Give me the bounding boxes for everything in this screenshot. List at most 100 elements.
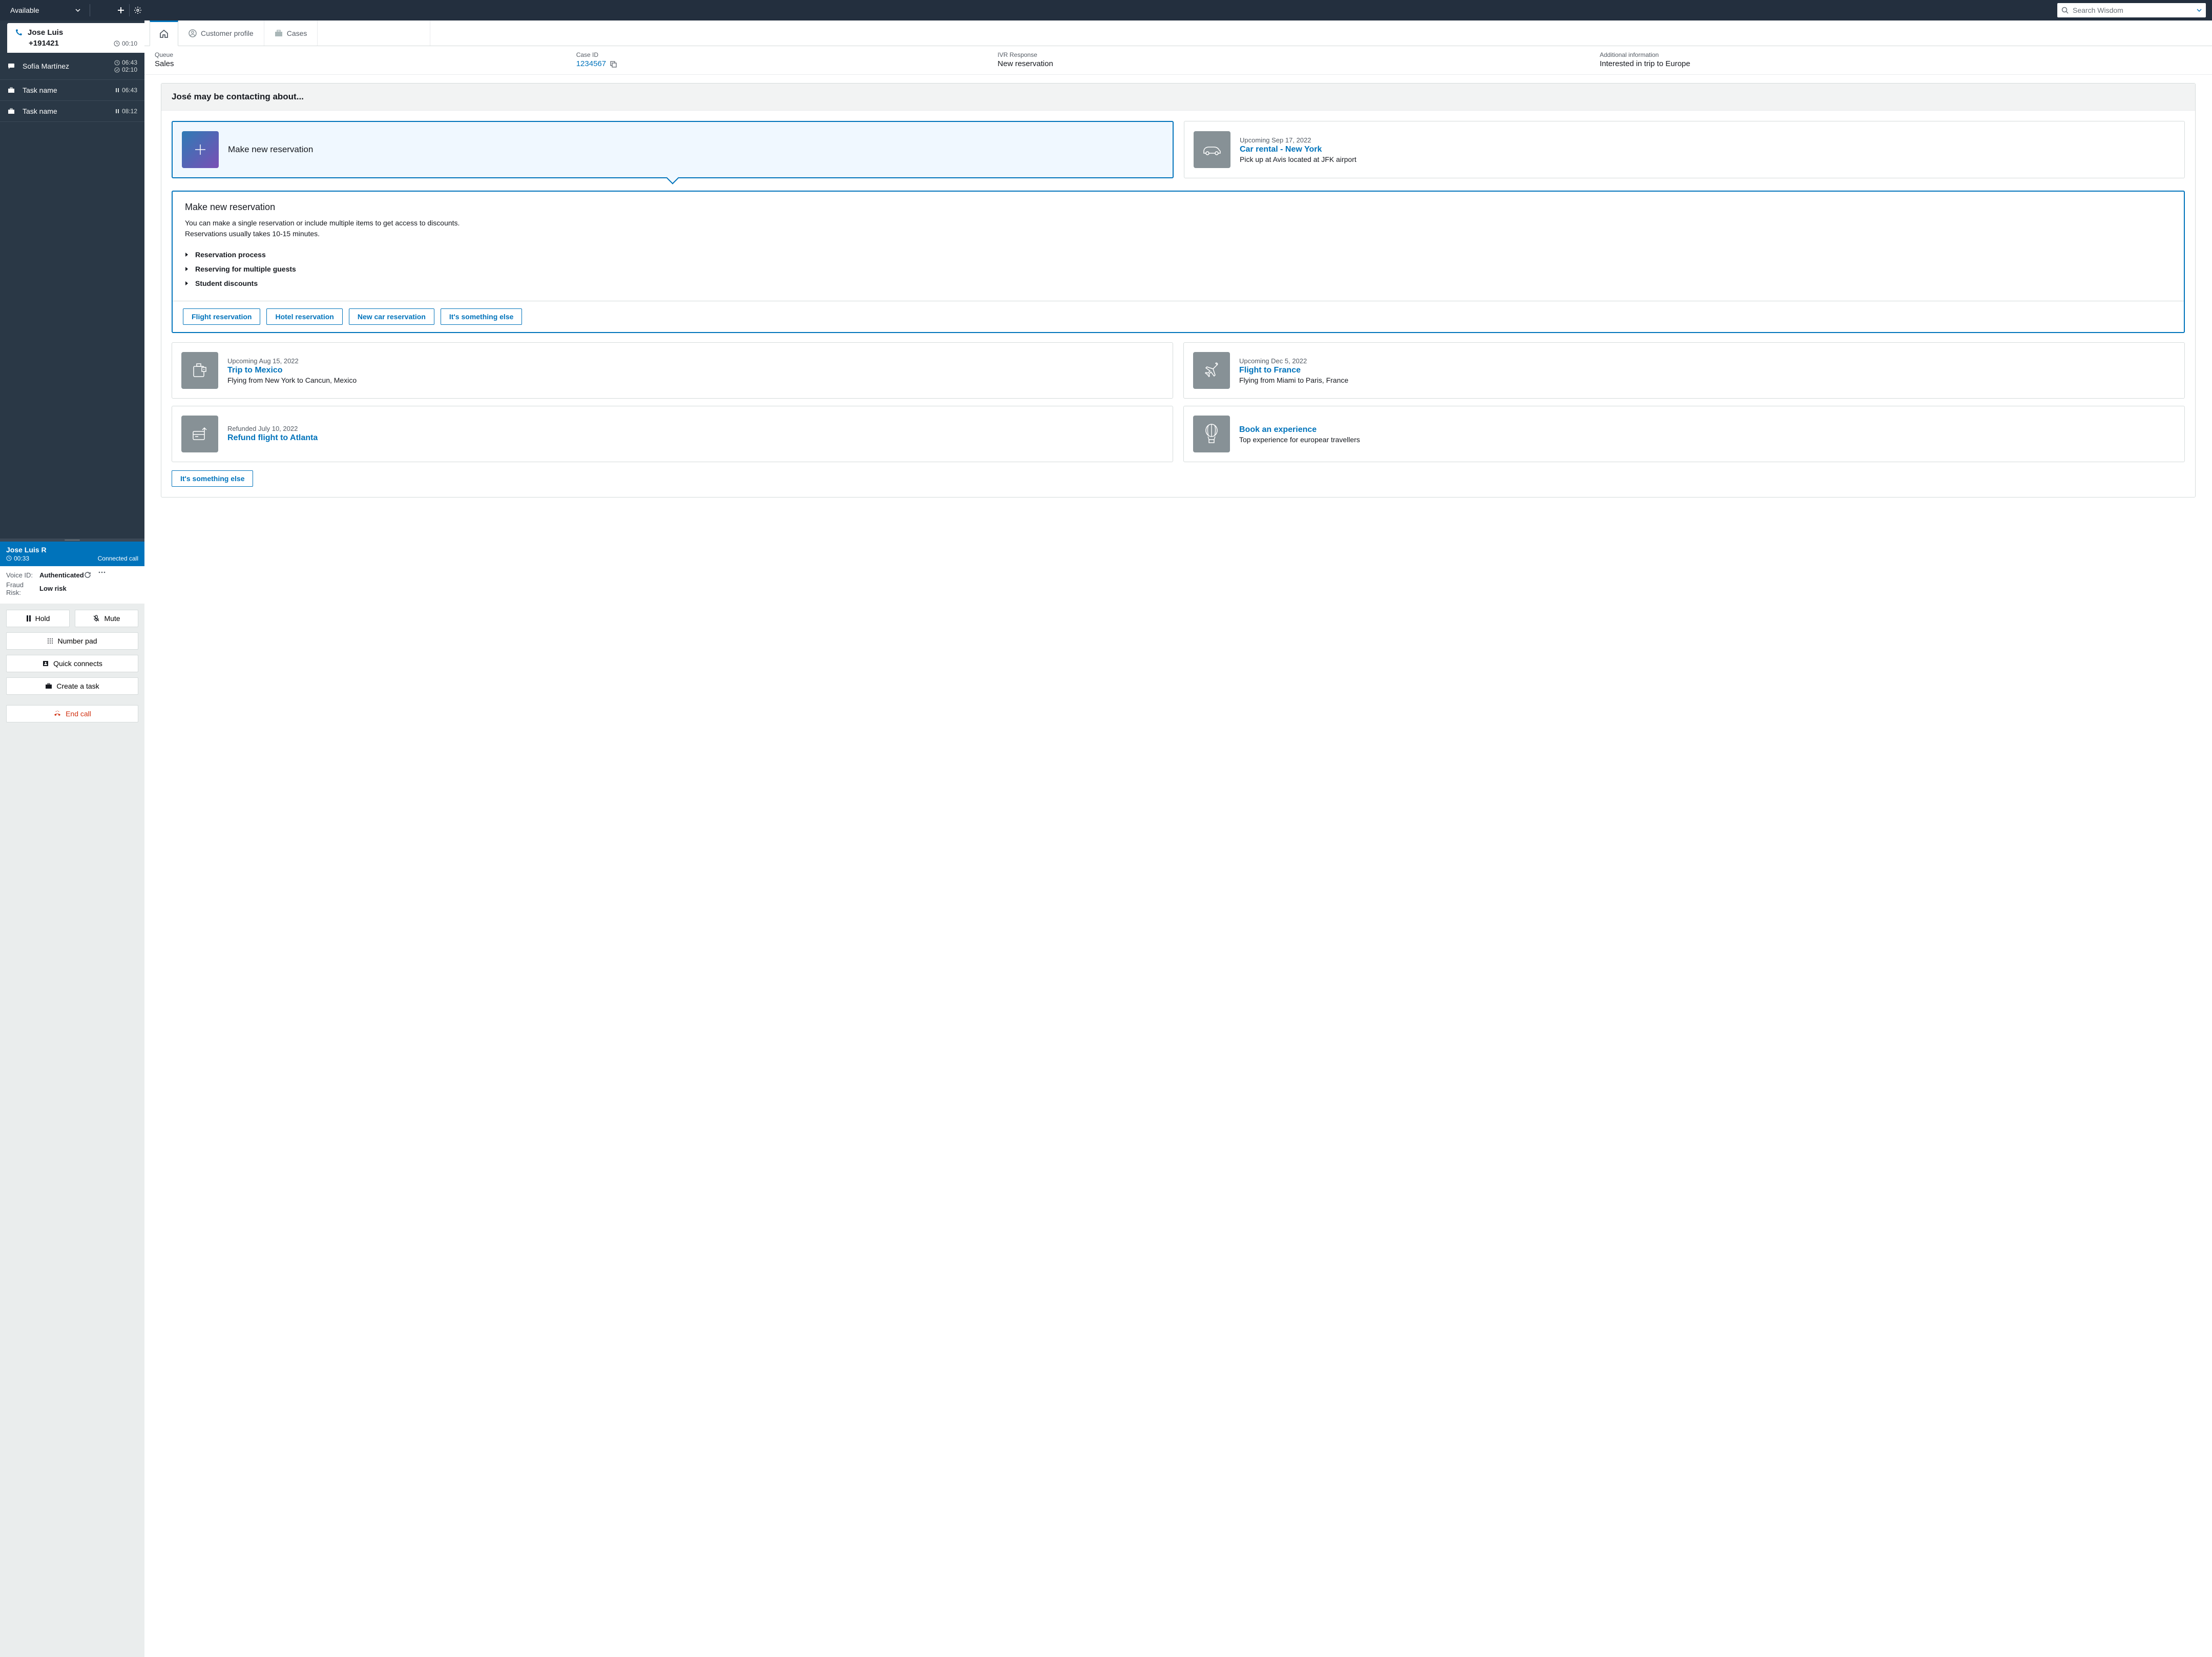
main-content: Customer profile Cases Queue Sales Case … bbox=[144, 20, 2212, 1657]
call-header: Jose Luis R 00:33 Connected call bbox=[0, 542, 144, 566]
home-icon bbox=[159, 30, 169, 38]
ivr-value: New reservation bbox=[997, 59, 1599, 68]
expand-item[interactable]: Reservation process bbox=[185, 247, 2172, 262]
end-call-button[interactable]: End call bbox=[6, 705, 138, 722]
queue-label: Queue bbox=[155, 51, 576, 58]
card-title: Flight to France bbox=[1239, 366, 1348, 375]
card-meta: Upcoming Aug 15, 2022 bbox=[227, 357, 357, 365]
card-title: Trip to Mexico bbox=[227, 366, 357, 375]
tabs: Customer profile Cases bbox=[144, 20, 2212, 46]
contact-list-item[interactable]: Sofía Martínez 06:43 02:10 bbox=[0, 53, 144, 80]
car-reservation-button[interactable]: New car reservation bbox=[349, 308, 434, 325]
contact-name: Task name bbox=[23, 86, 115, 94]
something-else-button[interactable]: It's something else bbox=[441, 308, 522, 325]
status-label: Available bbox=[10, 6, 39, 14]
expand-item[interactable]: Student discounts bbox=[185, 276, 2172, 291]
caret-right-icon bbox=[185, 281, 189, 286]
numpad-button[interactable]: Number pad bbox=[6, 632, 138, 650]
card-meta: Refunded July 10, 2022 bbox=[227, 425, 318, 432]
plus-icon bbox=[117, 6, 125, 14]
mute-icon bbox=[93, 615, 100, 622]
call-status: Connected call bbox=[98, 555, 138, 562]
time-1: 08:12 bbox=[122, 108, 137, 115]
contact-timer: 00:10 bbox=[122, 40, 137, 47]
detail-desc-1: You can make a single reservation or inc… bbox=[185, 218, 2172, 229]
car-icon bbox=[1194, 131, 1230, 168]
chevron-down-icon[interactable] bbox=[2197, 9, 2202, 12]
case-id-link[interactable]: 1234567 bbox=[576, 59, 606, 68]
clock-icon bbox=[6, 555, 12, 561]
settings-button[interactable] bbox=[133, 5, 143, 15]
auth-panel: Voice ID: Authenticated Fraud Risk: Low … bbox=[0, 566, 144, 604]
card-desc: Flying from New York to Cancun, Mexico bbox=[227, 376, 357, 384]
quick-connects-button[interactable]: Quick connects bbox=[6, 655, 138, 672]
divider bbox=[129, 4, 130, 16]
dialpad-icon bbox=[47, 638, 53, 644]
suggestion-france[interactable]: Upcoming Dec 5, 2022 Flight to France Fl… bbox=[1183, 342, 2185, 399]
fraud-label: Fraud Risk: bbox=[6, 581, 39, 596]
time-2: 02:10 bbox=[122, 66, 137, 73]
card-desc: Pick up at Avis located at JFK airport bbox=[1240, 155, 1357, 163]
search-input[interactable] bbox=[2073, 6, 2193, 14]
add-button[interactable] bbox=[116, 5, 126, 15]
fraud-value: Low risk bbox=[39, 585, 67, 592]
contact-name: Jose Luis bbox=[28, 28, 63, 37]
call-controls: Hold Mute Number pad Quick connects Crea… bbox=[0, 604, 144, 1657]
top-bar: Available bbox=[0, 0, 2212, 20]
suggestion-experience[interactable]: Book an experience Top experience for eu… bbox=[1183, 406, 2185, 462]
gear-icon bbox=[134, 6, 142, 14]
call-timer: 00:33 bbox=[14, 555, 29, 562]
left-panel: Jose Luis +191421 00:10 Sofía Martínez 0… bbox=[0, 20, 144, 1657]
suggestion-refund[interactable]: Refunded July 10, 2022 Refund flight to … bbox=[172, 406, 1173, 462]
end-call-icon bbox=[53, 711, 61, 717]
case-label: Case ID bbox=[576, 51, 998, 58]
briefcase-icon bbox=[275, 30, 283, 37]
balloon-icon bbox=[1193, 416, 1230, 452]
status-selector[interactable]: Available bbox=[6, 4, 85, 16]
mute-button[interactable]: Mute bbox=[75, 610, 138, 627]
plus-tile-icon bbox=[182, 131, 219, 168]
user-icon bbox=[189, 29, 197, 37]
create-task-button[interactable]: Create a task bbox=[6, 677, 138, 695]
tab-cases[interactable]: Cases bbox=[264, 20, 318, 46]
contact-phone: +191421 bbox=[29, 39, 59, 48]
caret-right-icon bbox=[185, 252, 189, 257]
suggestion-mexico[interactable]: Upcoming Aug 15, 2022 Trip to Mexico Fly… bbox=[172, 342, 1173, 399]
refresh-icon[interactable] bbox=[84, 571, 91, 578]
contact-list-item[interactable]: Task name 06:43 bbox=[0, 80, 144, 101]
briefcase-icon bbox=[7, 108, 15, 114]
pause-icon bbox=[115, 88, 120, 93]
luggage-icon bbox=[181, 352, 218, 389]
search-box bbox=[2057, 3, 2206, 17]
contacts-icon bbox=[42, 660, 49, 667]
suggestion-new-reservation[interactable]: Make new reservation bbox=[172, 121, 1174, 178]
chat-icon bbox=[7, 63, 15, 70]
something-else-button[interactable]: It's something else bbox=[172, 470, 253, 487]
card-desc: Top experience for europear travellers bbox=[1239, 436, 1360, 444]
tab-customer-profile[interactable]: Customer profile bbox=[178, 20, 264, 46]
hold-button[interactable]: Hold bbox=[6, 610, 70, 627]
copy-icon[interactable] bbox=[610, 61, 617, 68]
contact-name: Sofía Martínez bbox=[23, 62, 114, 70]
caret-right-icon bbox=[185, 266, 189, 272]
card-title: Refund flight to Atlanta bbox=[227, 433, 318, 443]
active-contact-card[interactable]: Jose Luis +191421 00:10 bbox=[7, 23, 144, 53]
flight-reservation-button[interactable]: Flight reservation bbox=[183, 308, 260, 325]
pause-icon bbox=[115, 109, 120, 114]
suggestions-section: José may be contacting about... Make new… bbox=[161, 83, 2196, 498]
tab-home[interactable] bbox=[150, 20, 178, 46]
briefcase-icon bbox=[45, 683, 52, 689]
card-desc: Flying from Miami to Paris, France bbox=[1239, 376, 1348, 384]
search-icon bbox=[2061, 7, 2069, 14]
queue-value: Sales bbox=[155, 59, 576, 68]
suggestion-car-rental[interactable]: Upcoming Sep 17, 2022 Car rental - New Y… bbox=[1184, 121, 2185, 178]
voice-id-label: Voice ID: bbox=[6, 571, 39, 579]
contact-list-item[interactable]: Task name 08:12 bbox=[0, 101, 144, 122]
reservation-detail: Make new reservation You can make a sing… bbox=[172, 191, 2185, 333]
more-icon[interactable] bbox=[98, 571, 106, 573]
card-title: Car rental - New York bbox=[1240, 145, 1357, 154]
phone-icon bbox=[14, 29, 23, 37]
section-header: José may be contacting about... bbox=[161, 84, 2195, 111]
expand-item[interactable]: Reserving for multiple guests bbox=[185, 262, 2172, 276]
hotel-reservation-button[interactable]: Hotel reservation bbox=[266, 308, 342, 325]
